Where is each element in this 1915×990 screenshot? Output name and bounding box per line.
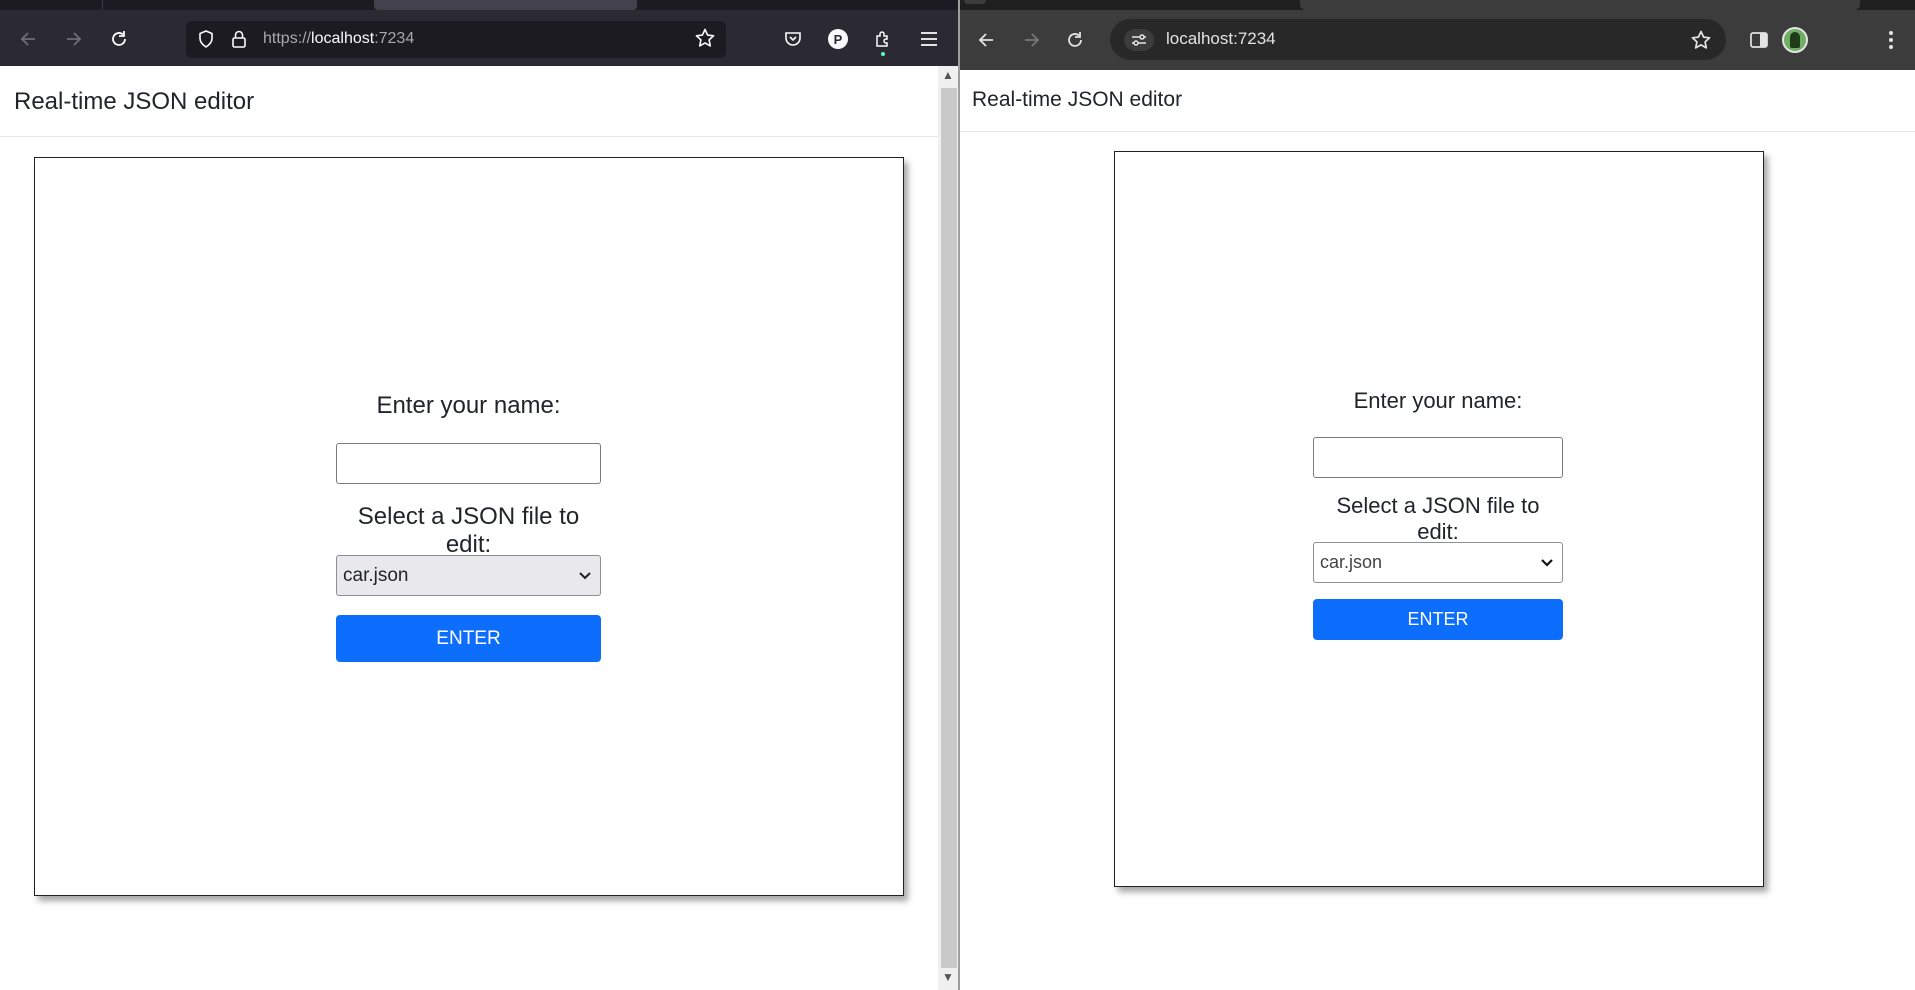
- scroll-up-icon[interactable]: ▲: [942, 68, 954, 82]
- menu-icon: [921, 32, 937, 46]
- screen: https://localhost:7234 P Real-time JSON …: [0, 0, 1915, 990]
- navigation-toolbar: localhost:7234: [960, 10, 1915, 70]
- page-content: Real-time JSON editor Enter your name: S…: [960, 70, 1915, 990]
- selected-file: car.json: [343, 565, 409, 586]
- shield-icon[interactable]: [196, 29, 216, 49]
- tab-strip: [960, 0, 1915, 10]
- menu-button[interactable]: [1876, 25, 1906, 55]
- scroll-down-icon[interactable]: ▼: [942, 970, 954, 984]
- extensions-icon: [876, 31, 888, 47]
- active-tab[interactable]: [1300, 0, 1860, 10]
- page-title: Real-time JSON editor: [972, 88, 1183, 111]
- tab-separator: [102, 0, 103, 10]
- back-icon: [20, 32, 35, 46]
- file-label: Select a JSON file to edit:: [357, 503, 580, 558]
- lock-icon[interactable]: [230, 29, 248, 49]
- name-label: Enter your name:: [376, 392, 561, 419]
- name-input[interactable]: [336, 443, 601, 484]
- back-button[interactable]: [972, 25, 1002, 55]
- active-tab[interactable]: [374, 0, 637, 10]
- navigation-toolbar: https://localhost:7234 P: [0, 10, 960, 66]
- app-header: Real-time JSON editor: [0, 66, 938, 137]
- menu-button[interactable]: [914, 24, 944, 54]
- side-panel-button[interactable]: [1744, 25, 1774, 55]
- avatar: [1782, 27, 1808, 53]
- extensions-button[interactable]: [868, 24, 898, 56]
- kebab-menu-icon: [1889, 31, 1893, 49]
- profile-button[interactable]: [1780, 25, 1810, 55]
- url-bar[interactable]: https://localhost:7234: [186, 21, 726, 58]
- forward-button[interactable]: [58, 24, 88, 54]
- json-file-select[interactable]: car.json: [336, 555, 601, 596]
- vertical-scrollbar[interactable]: ▲ ▼: [938, 66, 960, 990]
- reload-icon: [1068, 32, 1082, 47]
- site-settings-button[interactable]: [1124, 29, 1154, 51]
- site-settings-icon: [1132, 34, 1146, 46]
- url-scheme: https://: [263, 30, 312, 47]
- page-content: Real-time JSON editor Enter your name: S…: [0, 66, 938, 990]
- url-host: localhost: [311, 30, 375, 47]
- app-header: Real-time JSON editor: [960, 70, 1915, 132]
- chevron-down-icon: [1541, 558, 1553, 567]
- star-icon[interactable]: [1690, 29, 1712, 51]
- enter-button[interactable]: ENTER: [1313, 599, 1563, 640]
- name-label: Enter your name:: [1353, 388, 1523, 413]
- selected-file: car.json: [1320, 552, 1383, 572]
- file-label: Select a JSON file to edit:: [1336, 493, 1540, 544]
- chrome-window: localhost:7234 Real-time JSON editor Ent…: [960, 0, 1915, 990]
- url-text[interactable]: localhost:7234: [1166, 29, 1276, 49]
- tab-strip: [0, 0, 960, 10]
- profile-button[interactable]: P: [823, 24, 853, 54]
- star-icon[interactable]: [694, 27, 716, 49]
- scrollbar-thumb[interactable]: [941, 88, 957, 968]
- back-button[interactable]: [14, 24, 44, 54]
- page-title: Real-time JSON editor: [14, 88, 255, 115]
- omnibox[interactable]: localhost:7234: [1110, 19, 1726, 60]
- profile-badge: P: [828, 29, 848, 49]
- firefox-window: https://localhost:7234 P Real-time JSON …: [0, 0, 960, 990]
- extension-indicator: [881, 52, 885, 56]
- reload-button[interactable]: [1060, 25, 1090, 55]
- enter-button[interactable]: ENTER: [336, 615, 601, 662]
- reload-button[interactable]: [104, 24, 134, 54]
- name-input[interactable]: [1313, 437, 1563, 478]
- reload-icon: [112, 31, 126, 46]
- chevron-down-icon: [579, 571, 591, 579]
- url-text[interactable]: https://localhost:7234: [263, 30, 414, 48]
- forward-button[interactable]: [1016, 25, 1046, 55]
- pocket-icon: [785, 32, 801, 46]
- tab-corner: [964, 0, 986, 4]
- forward-icon: [1025, 33, 1040, 47]
- url-port: :7234: [374, 30, 415, 47]
- pocket-button[interactable]: [778, 24, 808, 54]
- back-icon: [978, 33, 993, 47]
- forward-icon: [67, 32, 82, 46]
- side-panel-icon: [1750, 32, 1768, 48]
- json-file-select[interactable]: car.json: [1313, 542, 1563, 583]
